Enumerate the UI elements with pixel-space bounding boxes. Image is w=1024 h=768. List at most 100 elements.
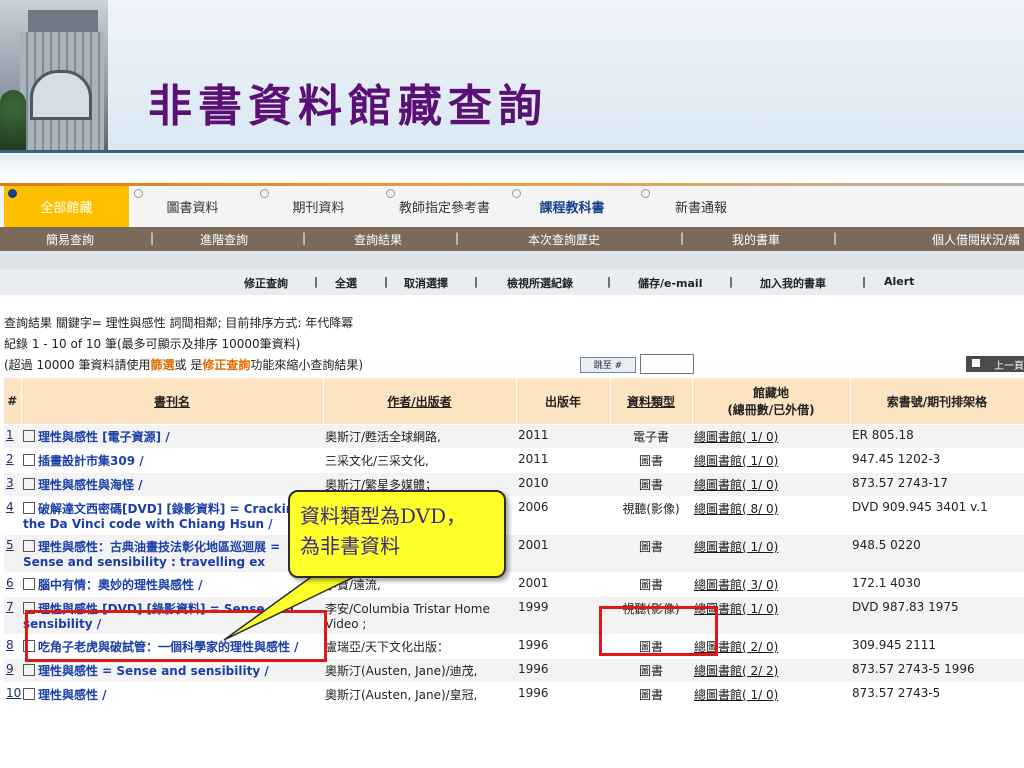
highlight-box-type — [599, 606, 718, 656]
row-location-cell: 總圖書館( 1/ 0) — [692, 682, 850, 707]
row-year: 1996 — [516, 658, 610, 683]
alert-link[interactable]: Alert — [884, 275, 914, 288]
slide-header: 非書資料館藏查詢 — [0, 0, 1024, 175]
row-number-link[interactable]: 8 — [6, 638, 14, 652]
select-checkbox[interactable] — [23, 688, 35, 700]
select-checkbox[interactable] — [23, 540, 35, 552]
row-number-link[interactable]: 10 — [6, 686, 21, 700]
location-link[interactable]: 總圖書館( 1/ 0) — [694, 688, 778, 702]
clear-selection-link[interactable]: 取消選擇 — [404, 275, 448, 291]
row-number-cell: 4 — [4, 496, 21, 535]
header-author[interactable]: 作者/出版者 — [323, 378, 517, 425]
limit-note-text: (超過 10000 筆資料請使用 — [4, 358, 151, 372]
filter-link[interactable]: 篩選 — [151, 358, 175, 372]
select-checkbox[interactable] — [23, 578, 35, 590]
select-all-link[interactable]: 全選 — [335, 275, 357, 291]
modify-search-inline-link[interactable]: 修正查詢 — [202, 358, 250, 372]
header-type[interactable]: 資料類型 — [610, 378, 693, 425]
title-link[interactable]: 理性與感性 [電子資源] / — [38, 430, 170, 444]
subnav-separator: | — [833, 231, 838, 245]
view-selected-link[interactable]: 檢視所選紀錄 — [507, 275, 573, 291]
row-number-link[interactable]: 3 — [6, 476, 14, 490]
subnav-simple-search[interactable]: 簡易查詢 — [46, 231, 94, 248]
location-link[interactable]: 總圖書館( 3/ 0) — [694, 578, 778, 592]
subnav-separator: | — [455, 231, 460, 245]
title-link[interactable]: 插畫設計市集309 / — [38, 454, 144, 468]
row-type: 圖書 — [610, 658, 692, 683]
location-link[interactable]: 總圖書館( 2/ 2) — [694, 664, 778, 678]
title-link[interactable]: 理性與感性 / — [38, 688, 107, 702]
select-checkbox[interactable] — [23, 664, 35, 676]
tab-textbooks[interactable]: 課程教科書 — [508, 186, 636, 227]
title-link[interactable]: 理性與感性 = Sense and sensibility / — [38, 664, 269, 678]
tab-bar: 全部館藏 圖書資料 期刊資料 教師指定參考書 課程教科書 新書通報 — [0, 183, 1024, 227]
save-email-link[interactable]: 儲存/e-mail — [638, 275, 702, 291]
row-title-cell: 插畫設計市集309 / — [21, 448, 323, 473]
callout-text: 資料類型為DVD， 為非書資料 — [300, 501, 496, 561]
select-checkbox[interactable] — [23, 430, 35, 442]
row-year: 2001 — [516, 534, 610, 573]
select-checkbox[interactable] — [23, 454, 35, 466]
tab-books[interactable]: 圖書資料 — [130, 186, 255, 227]
header-title[interactable]: 書刊名 — [21, 378, 324, 425]
subnav-my-account[interactable]: 個人借閱狀況/續 — [932, 231, 1020, 248]
row-number-link[interactable]: 7 — [6, 600, 14, 614]
row-call-number: 873.57 2743-17 — [850, 472, 1024, 497]
row-type: 圖書 — [610, 448, 692, 473]
prev-arrow-icon — [972, 359, 980, 367]
bullet-icon — [8, 189, 17, 198]
jump-to-input[interactable] — [640, 354, 694, 374]
subnav-separator: | — [680, 231, 685, 245]
select-checkbox[interactable] — [23, 502, 35, 514]
toolbar-separator: | — [474, 275, 479, 288]
subnav-history[interactable]: 本次查詢歷史 — [528, 231, 600, 248]
row-number-link[interactable]: 4 — [6, 500, 14, 514]
row-call-number: ER 805.18 — [850, 424, 1024, 449]
location-link[interactable]: 總圖書館( 1/ 0) — [694, 454, 778, 468]
toolbar-separator: | — [862, 275, 867, 288]
jump-to-button[interactable]: 跳至 # — [580, 357, 636, 373]
title-link[interactable]: 理性與感性與海怪 / — [38, 478, 143, 492]
row-author: 奧斯汀/甦活全球網路, — [323, 424, 516, 449]
tab-new-books[interactable]: 新書通報 — [637, 186, 765, 227]
row-year: 2011 — [516, 424, 610, 449]
row-author: 奧斯汀(Austen, Jane)/皇冠, — [323, 682, 516, 707]
row-year: 1996 — [516, 634, 610, 659]
row-title-cell: 理性與感性與海怪 / — [21, 472, 323, 497]
row-number-link[interactable]: 9 — [6, 662, 14, 676]
modify-search-link[interactable]: 修正查詢 — [244, 275, 288, 291]
row-call-number: 873.57 2743-5 1996 — [850, 658, 1024, 683]
row-title-cell: 理性與感性 = Sense and sensibility / — [21, 658, 323, 683]
subnav-advanced-search[interactable]: 進階查詢 — [200, 231, 248, 248]
row-number-link[interactable]: 6 — [6, 576, 14, 590]
row-number-link[interactable]: 5 — [6, 538, 14, 552]
bullet-icon — [134, 189, 143, 198]
select-checkbox[interactable] — [23, 478, 35, 490]
row-number-link[interactable]: 1 — [6, 428, 14, 442]
location-link[interactable]: 總圖書館( 1/ 0) — [694, 478, 778, 492]
title-link[interactable]: 理性與感性：古典油畫技法彰化地區巡迴展 = Sense and sensibil… — [23, 540, 280, 569]
add-to-cart-link[interactable]: 加入我的書車 — [760, 275, 826, 291]
header-year: 出版年 — [516, 378, 611, 425]
subnav-results[interactable]: 查詢結果 — [354, 231, 402, 248]
title-link[interactable]: 腦中有情：奧妙的理性與感性 / — [38, 578, 203, 592]
location-link[interactable]: 總圖書館( 1/ 0) — [694, 430, 778, 444]
row-author: 盧瑞亞/天下文化出版： — [323, 634, 516, 659]
header-location-label: 館藏地 — [752, 386, 789, 400]
previous-page-button[interactable]: 上一頁 — [966, 356, 1024, 372]
tab-all-collections[interactable]: 全部館藏 — [4, 186, 129, 227]
title-link[interactable]: 破解達文西密碼[DVD] [錄影資料] = Cracking the Da Vi… — [23, 502, 303, 531]
subnav-my-cart[interactable]: 我的書車 — [732, 231, 780, 248]
location-link[interactable]: 總圖書館( 1/ 0) — [694, 540, 778, 554]
tab-periodicals[interactable]: 期刊資料 — [256, 186, 381, 227]
tab-reserve[interactable]: 教師指定參考書 — [382, 186, 507, 227]
table-row: 10 理性與感性 / 奧斯汀(Austen, Jane)/皇冠, 1996 圖書 總圖書館… — [4, 682, 1024, 707]
row-number-link[interactable]: 2 — [6, 452, 14, 466]
prev-label: 上一頁 — [994, 361, 1024, 372]
tab-label: 課程教科書 — [539, 201, 605, 216]
row-number-cell: 5 — [4, 534, 21, 573]
limit-note: (超過 10000 筆資料請使用篩選或 是修正查詢功能來縮小查詢結果) — [4, 356, 363, 373]
location-link[interactable]: 總圖書館( 8/ 0) — [694, 502, 778, 516]
row-title-cell: 理性與感性：古典油畫技法彰化地區巡迴展 = Sense and sensibil… — [21, 534, 323, 573]
row-location-cell: 總圖書館( 1/ 0) — [692, 534, 850, 573]
